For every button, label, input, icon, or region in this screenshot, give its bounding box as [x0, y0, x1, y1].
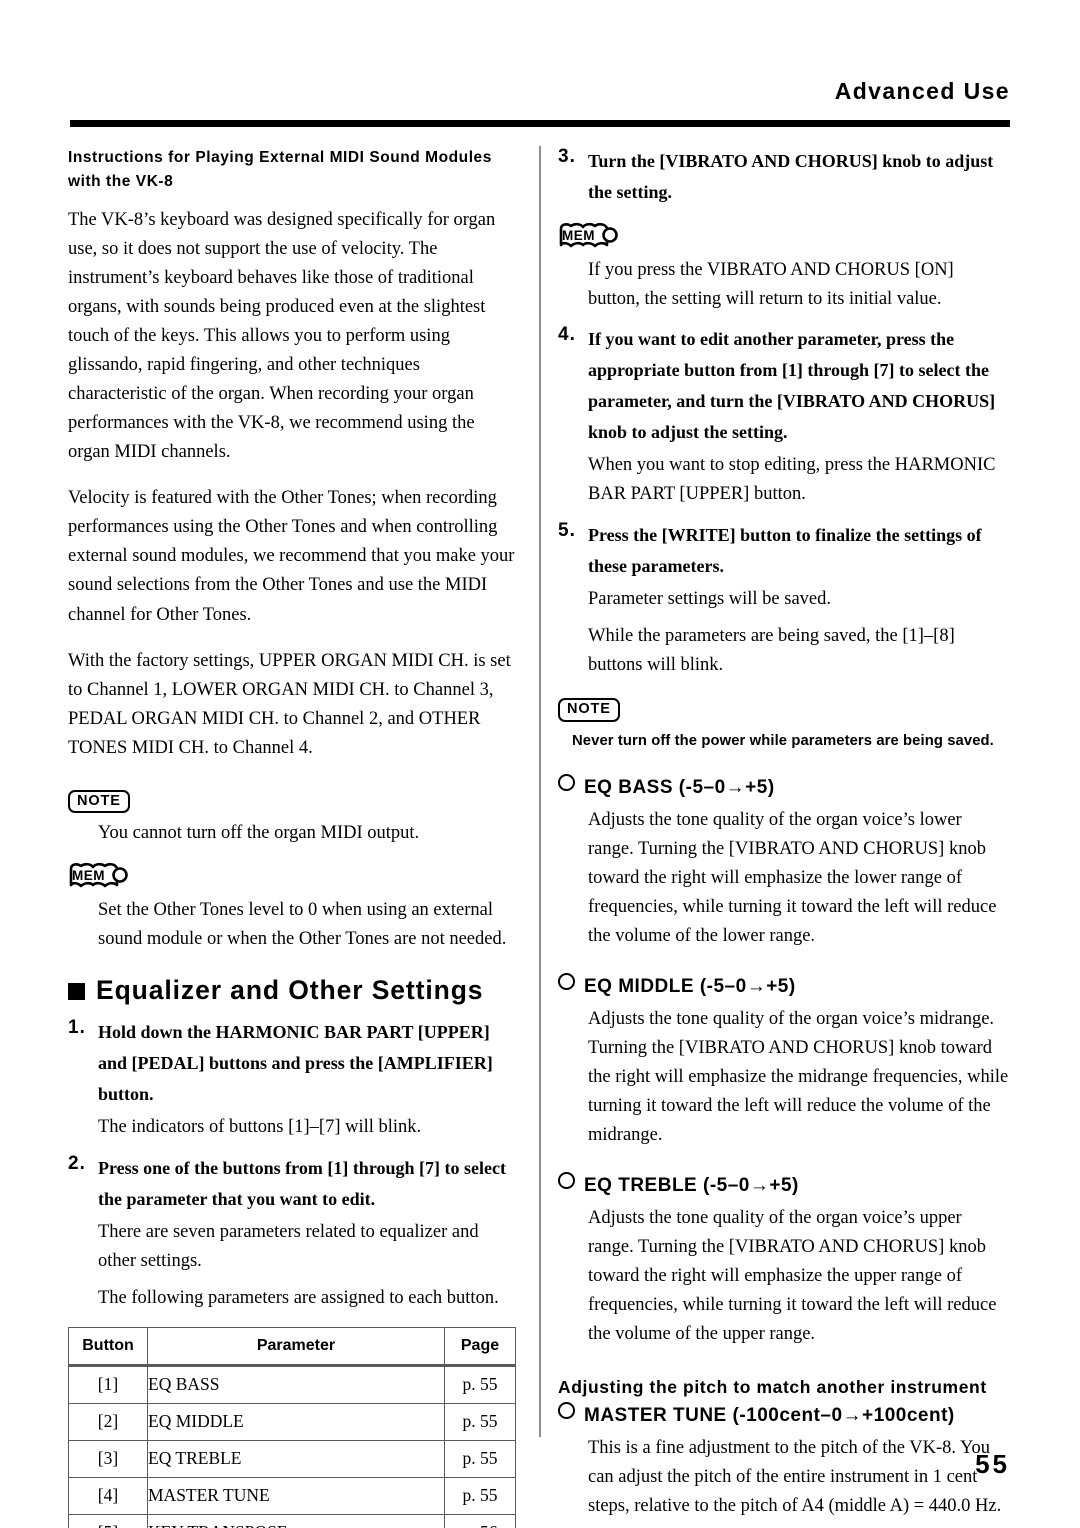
- manual-page: Advanced Use Instructions for Playing Ex…: [0, 0, 1080, 1528]
- section-heading: Equalizer and Other Settings: [68, 975, 520, 1006]
- note-badge: NOTE: [558, 698, 620, 722]
- cell-parameter: KEY TRANSPOSE: [147, 1514, 445, 1528]
- cell-page: p. 55: [444, 1477, 516, 1516]
- cell-parameter: EQ MIDDLE: [147, 1403, 445, 1442]
- table-row: [5] KEY TRANSPOSE p. 56: [68, 1514, 516, 1528]
- param-heading-master-tune: MASTER TUNE (-100cent–0→+100cent): [558, 1402, 1010, 1427]
- step-4: 4. If you want to edit another parameter…: [558, 324, 1010, 448]
- cell-page: p. 55: [444, 1440, 516, 1479]
- param-heading-eq-treble: EQ TREBLE (-5–0→+5): [558, 1172, 1010, 1197]
- step-3-number: 3.: [558, 146, 576, 167]
- circle-bullet-icon: [558, 972, 575, 990]
- param-body-eq-middle: Adjusts the tone quality of the organ vo…: [588, 1008, 1009, 1146]
- parameter-table-head: Button Parameter Page: [68, 1327, 516, 1368]
- step-2-note-1: There are seven parameters related to eq…: [98, 1221, 479, 1271]
- note-text-bold: Never turn off the power while parameter…: [572, 732, 994, 749]
- step-1: 1. Hold down the HARMONIC BAR PART [UPPE…: [68, 1017, 520, 1110]
- step-1-notes: The indicators of buttons [1]–[7] will b…: [98, 1113, 520, 1142]
- step-5-number: 5.: [558, 520, 576, 542]
- table-header-row: Button Parameter Page: [68, 1327, 516, 1368]
- cell-page: p. 55: [444, 1365, 516, 1405]
- running-head: Advanced Use: [834, 78, 1010, 104]
- note-text: You cannot turn off the organ MIDI outpu…: [98, 823, 420, 844]
- group-heading-pitch: Adjusting the pitch to match another ins…: [558, 1377, 987, 1398]
- cell-parameter: MASTER TUNE: [147, 1477, 445, 1516]
- header-rule: [70, 120, 1010, 127]
- circle-bullet-icon: [558, 773, 575, 791]
- step-2-notes: There are seven parameters related to eq…: [98, 1218, 520, 1313]
- table-row: [1] EQ BASS p. 55: [68, 1365, 516, 1405]
- memo-badge: MEM: [558, 220, 620, 252]
- parameter-table-body: [1] EQ BASS p. 55 [2] EQ MIDDLE p. 55 [3…: [68, 1365, 516, 1528]
- step-2-number: 2.: [68, 1153, 86, 1175]
- intro-paragraph-1: The VK-8’s keyboard was designed specifi…: [68, 210, 496, 463]
- table-header-button: Button: [68, 1327, 148, 1368]
- cell-button: [1]: [68, 1365, 148, 1405]
- column-divider: [539, 146, 541, 1437]
- step-1-note-1: The indicators of buttons [1]–[7] will b…: [98, 1117, 422, 1138]
- step-1-number: 1.: [68, 1017, 86, 1039]
- section-heading-label: Equalizer and Other Settings: [96, 975, 484, 1006]
- circle-bullet-icon: [558, 1402, 575, 1420]
- cell-page: p. 56: [444, 1514, 516, 1528]
- step-4-text: If you want to edit another parameter, p…: [588, 329, 996, 443]
- param-body-eq-treble: Adjusts the tone quality of the organ vo…: [588, 1208, 997, 1345]
- step-4-note-1: When you want to stop editing, press the…: [588, 455, 996, 505]
- param-heading-label: MASTER TUNE (-100cent–0→+100cent): [584, 1405, 955, 1427]
- step-5-notes: Parameter settings will be saved. While …: [588, 585, 1010, 680]
- square-bullet-icon: [68, 983, 85, 1001]
- left-subheading: Instructions for Playing External MIDI S…: [68, 149, 492, 190]
- param-heading-label: EQ TREBLE (-5–0→+5): [584, 1175, 799, 1197]
- step-2-text: Press one of the buttons from [1] throug…: [98, 1158, 506, 1210]
- cell-button: [5]: [68, 1514, 148, 1528]
- step-2-note-2: The following parameters are assigned to…: [98, 1288, 499, 1309]
- left-column: Instructions for Playing External MIDI S…: [68, 146, 520, 1528]
- cell-page: p. 55: [444, 1403, 516, 1442]
- step-5-note-2: While the parameters are being saved, th…: [588, 626, 955, 676]
- parameter-table: Button Parameter Page [1] EQ BASS p. 55 …: [68, 1327, 516, 1528]
- step-1-text: Hold down the HARMONIC BAR PART [UPPER] …: [98, 1022, 493, 1105]
- step-5-text: Press the [WRITE] button to finalize the…: [588, 525, 982, 577]
- memo-book-icon: MEM: [69, 862, 128, 888]
- step-4-notes: When you want to stop editing, press the…: [588, 451, 1010, 509]
- step-3-text: Turn the [VIBRATO AND CHORUS] knob to ad…: [588, 151, 994, 202]
- param-body-eq-bass: Adjusts the tone quality of the organ vo…: [588, 809, 997, 946]
- intro-paragraph-3: With the factory settings, UPPER ORGAN M…: [68, 650, 511, 758]
- page-number: 55: [975, 1449, 1010, 1479]
- step-5: 5. Press the [WRITE] button to finalize …: [558, 520, 1010, 582]
- step-4-number: 4.: [558, 324, 576, 346]
- cell-button: [4]: [68, 1477, 148, 1516]
- memo-text: If you press the VIBRATO AND CHORUS [ON]…: [588, 259, 954, 309]
- step-5-note-1: Parameter settings will be saved.: [588, 589, 832, 610]
- step-3: 3. Turn the [VIBRATO AND CHORUS] knob to…: [558, 146, 1010, 208]
- right-column: 3. Turn the [VIBRATO AND CHORUS] knob to…: [558, 146, 1010, 1525]
- param-heading-label: EQ MIDDLE (-5–0→+5): [584, 975, 796, 997]
- table-row: [4] MASTER TUNE p. 55: [68, 1477, 516, 1516]
- param-heading-eq-bass: EQ BASS (-5–0→+5): [558, 773, 1010, 799]
- param-body-master-tune: This is a fine adjustment to the pitch o…: [588, 1438, 1002, 1517]
- circle-bullet-icon: [558, 1172, 575, 1190]
- cell-parameter: EQ BASS: [147, 1365, 445, 1405]
- svg-text:MEM: MEM: [562, 228, 595, 243]
- memo-book-icon: MEM: [559, 222, 618, 248]
- table-row: [2] EQ MIDDLE p. 55: [68, 1403, 516, 1442]
- table-header-page: Page: [444, 1327, 516, 1368]
- table-header-parameter: Parameter: [147, 1327, 445, 1368]
- param-heading-label: EQ BASS (-5–0→+5): [584, 776, 775, 798]
- intro-paragraph-2: Velocity is featured with the Other Tone…: [68, 488, 515, 625]
- note-badge: NOTE: [68, 789, 130, 814]
- cell-button: [2]: [68, 1403, 148, 1442]
- cell-button: [3]: [68, 1440, 148, 1479]
- memo-text: Set the Other Tones level to 0 when usin…: [98, 899, 507, 949]
- param-heading-eq-middle: EQ MIDDLE (-5–0→+5): [558, 972, 1010, 998]
- cell-parameter: EQ TREBLE: [147, 1440, 445, 1479]
- memo-badge: MEM: [68, 860, 130, 892]
- svg-text:MEM: MEM: [72, 868, 105, 883]
- step-2: 2. Press one of the buttons from [1] thr…: [68, 1153, 520, 1215]
- table-row: [3] EQ TREBLE p. 55: [68, 1440, 516, 1479]
